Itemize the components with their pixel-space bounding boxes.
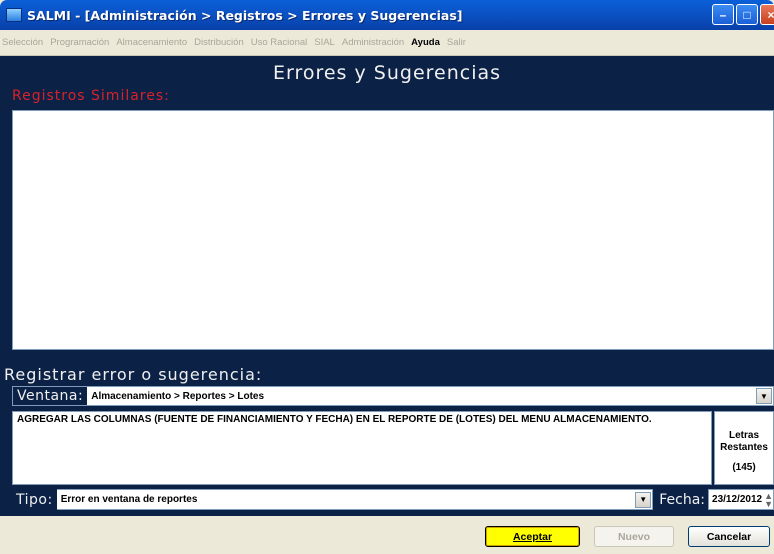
- tipo-value: Error en ventana de reportes: [60, 494, 198, 505]
- menu-item-uso-racional[interactable]: Uso Racional: [251, 35, 308, 50]
- new-button-label: Nuevo: [617, 530, 651, 543]
- menu-item-ayuda[interactable]: Ayuda: [411, 35, 440, 50]
- fecha-label: Fecha:: [653, 489, 709, 510]
- main-panel: Errores y Sugerencias Registros Similare…: [0, 56, 774, 516]
- cancel-button[interactable]: Cancelar: [688, 526, 770, 547]
- panel-title: Errores y Sugerencias: [272, 62, 502, 84]
- window-controls: – □ ×: [712, 4, 774, 25]
- button-bar: Aceptar Nuevo Cancelar: [0, 516, 774, 554]
- tipo-label: Tipo:: [12, 489, 57, 510]
- menu-item-sial[interactable]: SIAL: [314, 35, 335, 50]
- letras-restantes-count: (145): [732, 462, 756, 473]
- cancel-button-label: Cancelar: [706, 530, 752, 543]
- menu-item-salir[interactable]: Salir: [447, 35, 466, 50]
- maximize-button[interactable]: □: [736, 4, 758, 25]
- menu-item-almacenamiento[interactable]: Almacenamiento: [116, 35, 187, 50]
- description-textarea[interactable]: AGREGAR LAS COLUMNAS (FUENTE DE FINANCIA…: [12, 411, 712, 485]
- minimize-button[interactable]: –: [712, 4, 734, 25]
- window-title: SALMI - [Administración > Registros > Er…: [27, 7, 463, 23]
- fecha-input[interactable]: 23/12/2012 ▲ ▼: [708, 489, 774, 510]
- similar-records-label: Registros Similares:: [12, 88, 170, 104]
- tipo-dropdown-arrow-icon[interactable]: ▼: [635, 491, 652, 508]
- fecha-value: 23/12/2012: [712, 494, 763, 505]
- similar-records-list[interactable]: [12, 110, 774, 350]
- tipo-row: Tipo: Error en ventana de reportes ▼ Fec…: [12, 489, 774, 510]
- letras-restantes-box: Letras Restantes (145): [714, 411, 774, 485]
- tipo-select[interactable]: Error en ventana de reportes ▼: [56, 489, 654, 510]
- menu-bar: Selección Programación Almacenamiento Distr…: [0, 30, 774, 56]
- accept-button-label: Aceptar: [512, 530, 553, 543]
- register-label: Registrar error o sugerencia:: [4, 365, 263, 384]
- date-spinner-icon[interactable]: ▲ ▼: [764, 491, 773, 508]
- menu-item-programaci-n[interactable]: Programación: [50, 35, 109, 50]
- ventana-select[interactable]: Almacenamiento > Reportes > Lotes: [91, 391, 756, 402]
- menu-item-distribuci-n[interactable]: Distribución: [194, 35, 244, 50]
- accept-button[interactable]: Aceptar: [485, 526, 580, 547]
- ventana-label: Ventana:: [13, 387, 88, 405]
- ventana-row: Ventana: Almacenamiento > Reportes > Lot…: [12, 386, 774, 406]
- app-icon: [6, 8, 22, 22]
- title-bar: SALMI - [Administración > Registros > Er…: [0, 0, 774, 30]
- ventana-dropdown-arrow-icon[interactable]: ▼: [756, 388, 772, 404]
- new-button[interactable]: Nuevo: [594, 526, 674, 547]
- menu-item-administraci-n[interactable]: Administración: [342, 35, 404, 50]
- menu-item-selecci-n[interactable]: Selección: [2, 35, 43, 50]
- panel-title-wrap: Errores y Sugerencias: [0, 62, 774, 84]
- close-button[interactable]: ×: [760, 4, 774, 25]
- letras-restantes-label: Letras Restantes: [720, 430, 768, 453]
